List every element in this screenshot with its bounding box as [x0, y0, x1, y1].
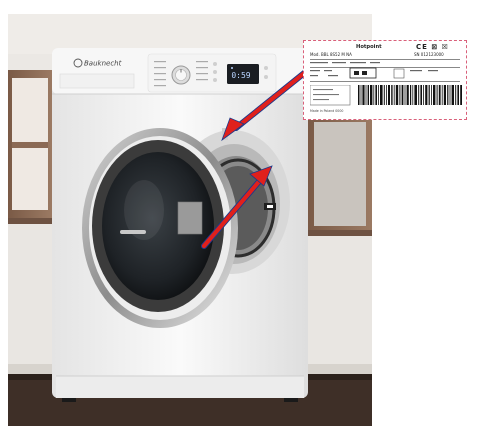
label-barcode — [358, 85, 462, 105]
display-indicator — [231, 67, 233, 69]
display-readout: 0:59 — [231, 71, 250, 80]
detergent-drawer[interactable] — [59, 73, 135, 89]
label-footer: Made in Poland 0000 — [310, 109, 344, 113]
label-left-block — [310, 85, 351, 106]
left-shelf — [8, 70, 52, 224]
right-cabinet — [308, 114, 372, 236]
label-model: Mod. BBL 8S52 M NA — [310, 52, 352, 57]
brand-logo-text: Bauknecht — [84, 60, 122, 68]
open-door[interactable] — [82, 128, 238, 328]
inner-door-label — [177, 201, 203, 235]
label-serial: SN 012123000 — [414, 52, 444, 57]
rating-label-zoom: Hotpoint CE ⊠ ☒ Mod. BBL 8S52 M NA SN 01… — [303, 40, 467, 120]
label-cert-marks: CE ⊠ ☒ — [416, 43, 449, 51]
label-brand: Hotpoint — [356, 44, 382, 50]
label-divider — [310, 81, 460, 82]
label-spec-grid — [310, 62, 438, 79]
control-panel: 0:59 — [147, 53, 277, 93]
